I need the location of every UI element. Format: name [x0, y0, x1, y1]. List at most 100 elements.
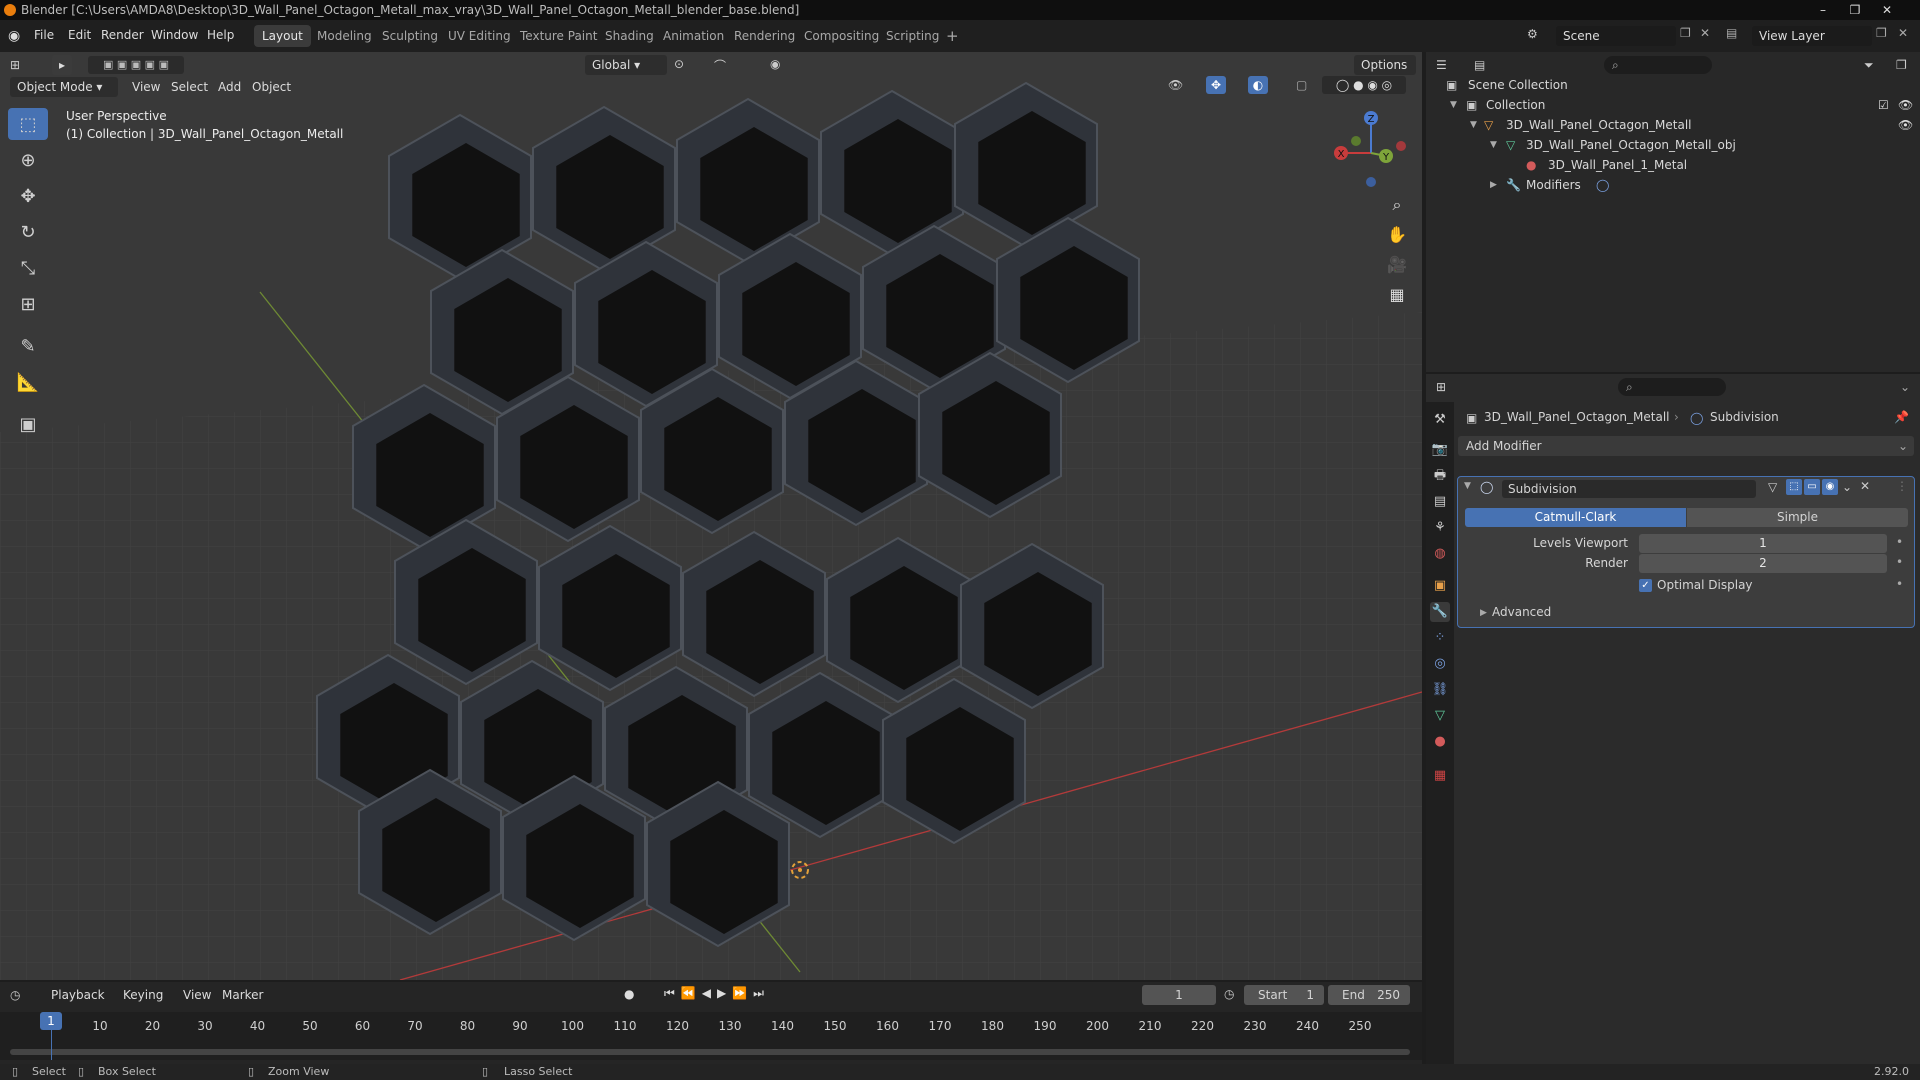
- frame-cursor[interactable]: 1: [40, 1012, 62, 1030]
- expand-arrow-icon[interactable]: ▼: [1450, 95, 1457, 115]
- render-toggle-icon[interactable]: ◉: [1822, 479, 1838, 495]
- menu-render[interactable]: Render: [101, 28, 144, 42]
- output-tab-icon[interactable]: 🖶: [1430, 466, 1450, 486]
- tab-sculpting[interactable]: Sculpting: [374, 25, 446, 47]
- end-frame-field[interactable]: End 250: [1328, 985, 1410, 1005]
- tab-compositing[interactable]: Compositing: [796, 25, 887, 47]
- current-frame-field[interactable]: 1: [1142, 985, 1216, 1005]
- menu-help[interactable]: Help: [207, 28, 234, 42]
- physics-tab-icon[interactable]: ◎: [1430, 654, 1450, 674]
- gizmo-toggle-icon[interactable]: ✥: [1206, 76, 1226, 94]
- navigation-gizmo[interactable]: X Z Y: [1326, 108, 1416, 192]
- data-tab-icon[interactable]: ▽: [1430, 706, 1450, 726]
- object-eye-icon[interactable]: 👁: [1898, 115, 1913, 135]
- viewport-canvas[interactable]: [0, 52, 1422, 980]
- blender-menu-icon[interactable]: ◉: [8, 28, 24, 44]
- tab-uv-editing[interactable]: UV Editing: [440, 25, 519, 47]
- transform-tool-icon[interactable]: ⊞: [8, 288, 48, 320]
- outliner-row-object[interactable]: ▼ ▽ 3D_Wall_Panel_Octagon_Metall 👁: [1426, 115, 1920, 135]
- remove-modifier-icon[interactable]: ✕: [1860, 479, 1870, 493]
- stopwatch-icon[interactable]: ◷: [1224, 987, 1234, 1001]
- collection-checkbox-icon[interactable]: ☑: [1878, 95, 1889, 115]
- texture-tab-icon[interactable]: ▦: [1430, 766, 1450, 786]
- zoom-icon[interactable]: ⌕: [1384, 192, 1410, 218]
- add-workspace-icon[interactable]: +: [946, 27, 959, 45]
- outliner-row-mesh[interactable]: ▼ ▽ 3D_Wall_Panel_Octagon_Metall_obj: [1426, 135, 1920, 155]
- add-cube-tool-icon[interactable]: ▣: [8, 408, 48, 440]
- modifier-dropdown-icon[interactable]: ⌄: [1842, 480, 1852, 494]
- timeline-editor-type-icon[interactable]: ◷: [10, 988, 20, 1002]
- gizmo-neg-x-ball[interactable]: [1396, 141, 1406, 151]
- outliner-editor-type-icon[interactable]: ☰: [1436, 58, 1447, 72]
- scene-icon[interactable]: ⚙: [1527, 27, 1538, 41]
- keying-menu[interactable]: Keying ▾: [116, 985, 174, 1022]
- remove-view-layer-icon[interactable]: ✕: [1898, 26, 1908, 40]
- pin-icon[interactable]: 📌: [1894, 410, 1909, 424]
- gizmo-neg-y-ball[interactable]: [1351, 136, 1361, 146]
- object-mode-dropdown[interactable]: Object Mode ▾: [10, 77, 118, 97]
- keyframe-dot-icon[interactable]: •: [1896, 577, 1903, 591]
- properties-editor-type-icon[interactable]: ⊞: [1436, 380, 1446, 394]
- expand-arrow-icon[interactable]: ▼: [1490, 135, 1497, 155]
- particles-tab-icon[interactable]: ⁘: [1430, 628, 1450, 648]
- advanced-expand-icon[interactable]: ▶: [1480, 608, 1487, 618]
- tab-modeling[interactable]: Modeling: [309, 25, 380, 47]
- menu-file[interactable]: File: [34, 28, 54, 42]
- vp-menu-view[interactable]: View: [132, 80, 160, 94]
- maximize-button[interactable]: ❐: [1840, 0, 1870, 20]
- select-tool-icon[interactable]: ▸: [52, 55, 72, 75]
- shading-mode-icons[interactable]: ◯ ● ◉ ◎: [1322, 76, 1406, 94]
- edit-mode-toggle-icon[interactable]: ▽: [1768, 480, 1777, 494]
- timeline-marker-menu[interactable]: Marker: [222, 988, 263, 1002]
- levels-viewport-field[interactable]: 1: [1639, 534, 1887, 553]
- render-tab-icon[interactable]: 📷: [1430, 440, 1450, 460]
- start-frame-field[interactable]: Start 1: [1244, 985, 1324, 1005]
- overlay-toggle-icon[interactable]: ◐: [1248, 76, 1268, 94]
- menu-window[interactable]: Window: [151, 28, 198, 42]
- scale-tool-icon[interactable]: ⤡: [8, 252, 48, 284]
- close-window-button[interactable]: ✕: [1872, 0, 1902, 20]
- xray-icon[interactable]: ▢: [1296, 78, 1307, 92]
- optimal-display-checkbox[interactable]: ✓: [1639, 579, 1652, 592]
- annotate-tool-icon[interactable]: ✎: [8, 330, 48, 362]
- collapse-panel-icon[interactable]: ▼: [1464, 481, 1471, 491]
- vp-menu-add[interactable]: Add: [218, 80, 241, 94]
- modifier-tab-icon[interactable]: 🔧: [1430, 602, 1450, 622]
- 3d-viewport[interactable]: [0, 52, 1422, 980]
- menu-edit[interactable]: Edit: [68, 28, 91, 42]
- snap-icon[interactable]: ⌒: [714, 57, 726, 74]
- outliner-scene-collection[interactable]: ▣ Scene Collection: [1426, 75, 1920, 95]
- modifier-name-input[interactable]: Subdivision: [1502, 480, 1756, 498]
- tool-tab-icon[interactable]: ⚒: [1430, 410, 1450, 430]
- world-tab-icon[interactable]: ◍: [1430, 544, 1450, 564]
- timeline-view-menu[interactable]: View: [183, 988, 211, 1002]
- tab-shading[interactable]: Shading: [597, 25, 662, 47]
- advanced-subpanel[interactable]: Advanced: [1492, 605, 1551, 619]
- new-scene-icon[interactable]: ❐: [1680, 26, 1691, 40]
- view-layer-tab-icon[interactable]: ▤: [1430, 492, 1450, 512]
- timeline-scrollbar[interactable]: [10, 1049, 1410, 1055]
- playback-controls-icons[interactable]: ⏮⏪◀▶⏩⏭: [664, 986, 770, 1001]
- minimize-button[interactable]: –: [1808, 0, 1838, 20]
- simple-option[interactable]: Simple: [1687, 508, 1908, 527]
- remove-scene-icon[interactable]: ✕: [1700, 26, 1710, 40]
- keyframe-dot-icon[interactable]: •: [1896, 535, 1903, 549]
- pan-hand-icon[interactable]: ✋: [1384, 222, 1410, 248]
- object-tab-icon[interactable]: ▣: [1430, 576, 1450, 596]
- move-tool-icon[interactable]: ✥: [8, 180, 48, 212]
- vp-menu-object[interactable]: Object: [252, 80, 291, 94]
- cage-toggle-icon[interactable]: ⬚: [1786, 479, 1802, 495]
- scene-tab-icon[interactable]: ⚘: [1430, 518, 1450, 538]
- record-icon[interactable]: ●: [624, 987, 634, 1001]
- playback-menu[interactable]: Playback ▾: [44, 985, 112, 1022]
- pivot-icon[interactable]: ⊙: [674, 57, 684, 71]
- properties-options-icon[interactable]: ⌄: [1900, 380, 1910, 394]
- new-collection-icon[interactable]: ❐: [1896, 58, 1907, 72]
- tab-animation[interactable]: Animation: [655, 25, 732, 47]
- tab-layout[interactable]: Layout: [254, 25, 311, 47]
- editor-type-icon[interactable]: ⊞: [10, 58, 20, 72]
- camera-view-icon[interactable]: 🎥: [1384, 252, 1410, 278]
- drag-handle-icon[interactable]: ⋮: [1896, 479, 1908, 493]
- options-dropdown[interactable]: Options ▾: [1354, 55, 1416, 92]
- display-mode-icon[interactable]: ▤: [1474, 58, 1485, 72]
